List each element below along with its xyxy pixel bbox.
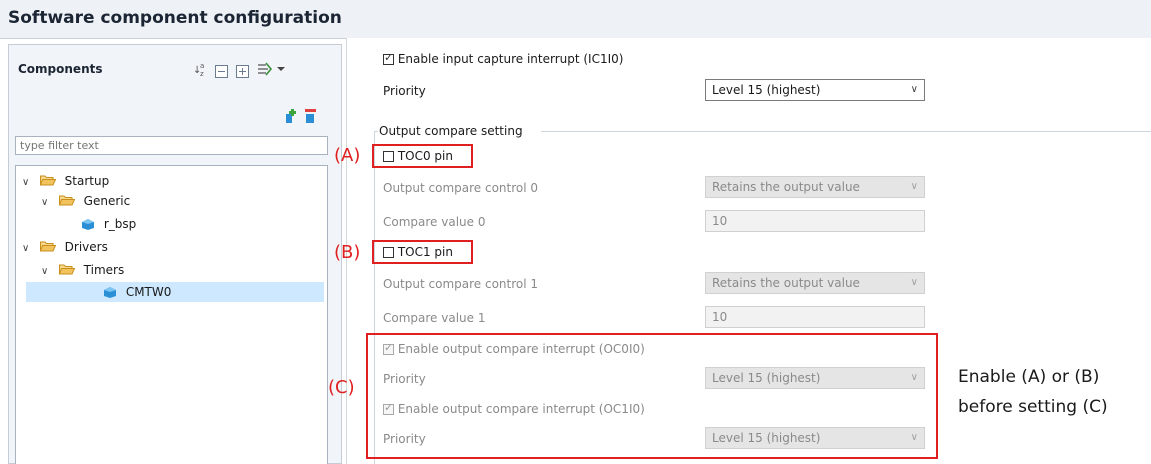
oc1-interrupt-row[interactable]: Enable output compare interrupt (OC1I0) <box>383 401 645 416</box>
add-component-icon[interactable] <box>283 108 297 128</box>
filter-input[interactable] <box>15 136 328 155</box>
occ0-label: Output compare control 0 <box>383 181 539 195</box>
priority-oc1-select[interactable]: Level 15 (highest) ∨ <box>705 427 925 449</box>
input-capture-interrupt-row[interactable]: Enable input capture interrupt (IC1I0) <box>383 51 624 66</box>
component-cube-icon <box>104 287 116 298</box>
folder-open-icon <box>58 264 75 275</box>
occ1-label: Output compare control 1 <box>383 277 539 291</box>
view-menu-icon[interactable] <box>257 62 285 81</box>
component-cube-icon <box>82 219 94 230</box>
occ0-value: Retains the output value <box>712 180 860 194</box>
chevron-down-icon: ∨ <box>910 181 918 192</box>
remove-component-icon[interactable] <box>303 108 317 128</box>
oc0-interrupt-row[interactable]: Enable output compare interrupt (OC0I0) <box>383 341 645 356</box>
expand-all-icon[interactable] <box>236 63 249 82</box>
folder-open-icon <box>58 195 75 206</box>
occ1-select[interactable]: Retains the output value ∨ <box>705 272 925 294</box>
cv1-field[interactable]: 10 <box>705 306 925 328</box>
components-label: Components <box>18 62 103 76</box>
cv0-label: Compare value 0 <box>383 215 486 229</box>
input-capture-interrupt-label: Enable input capture interrupt (IC1I0) <box>397 52 624 66</box>
priority-oc0-value: Level 15 (highest) <box>712 371 821 385</box>
toc1-checkbox[interactable] <box>383 247 394 258</box>
priority-ic-value: Level 15 (highest) <box>712 83 821 97</box>
svg-text:z: z <box>200 70 204 77</box>
chevron-down-icon: ∨ <box>910 277 918 288</box>
chevron-down-icon[interactable]: ∨ <box>22 174 36 192</box>
input-capture-interrupt-checkbox[interactable] <box>383 51 394 65</box>
title-bar: Software component configuration <box>0 0 1151 39</box>
output-compare-group-label: Output compare setting <box>379 124 523 138</box>
annotation-note-line1: Enable (A) or (B) <box>958 367 1100 387</box>
annotation-marker-c: (C) <box>328 377 355 398</box>
group-border <box>541 131 1151 132</box>
annotation-marker-b: (B) <box>334 242 361 263</box>
toc1-label: TOC1 pin <box>397 245 453 259</box>
occ1-value: Retains the output value <box>712 276 860 290</box>
svg-text:a: a <box>200 62 204 70</box>
sort-icon[interactable]: ↓ a z <box>193 61 209 81</box>
cv0-field[interactable]: 10 <box>705 210 925 232</box>
annotation-note-line2: before setting (C) <box>958 397 1108 417</box>
tree-item-timers[interactable]: ∨ Timers <box>41 261 124 279</box>
window-title: Software component configuration <box>8 8 342 28</box>
priority-oc1-value: Level 15 (highest) <box>712 431 821 445</box>
tree-item-r-bsp[interactable]: r_bsp <box>81 215 136 233</box>
chevron-down-icon[interactable]: ∨ <box>22 240 36 258</box>
folder-open-icon <box>39 241 56 252</box>
oc1-interrupt-label: Enable output compare interrupt (OC1I0) <box>397 402 645 416</box>
chevron-down-icon: ∨ <box>910 372 918 383</box>
annotation-marker-a: (A) <box>334 145 361 166</box>
oc1-interrupt-checkbox[interactable] <box>383 401 394 415</box>
tree-item-label: Timers <box>83 263 125 277</box>
group-border <box>375 131 378 132</box>
chevron-down-icon: ∨ <box>910 84 918 95</box>
toc0-checkbox[interactable] <box>383 151 394 162</box>
tree-item-label: Startup <box>64 174 110 188</box>
annotation-note: Enable (A) or (B) before setting (C) <box>958 362 1108 422</box>
priority-oc1-label: Priority <box>383 432 426 446</box>
oc0-interrupt-label: Enable output compare interrupt (OC0I0) <box>397 342 645 356</box>
oc0-interrupt-checkbox[interactable] <box>383 341 394 355</box>
chevron-down-icon[interactable]: ∨ <box>41 194 55 212</box>
tree-item-label: r_bsp <box>103 217 137 231</box>
priority-ic-label: Priority <box>383 84 426 98</box>
tree-item-label: CMTW0 <box>125 285 172 299</box>
tree-item-drivers[interactable]: ∨ Drivers <box>22 238 108 256</box>
tree-item-startup[interactable]: ∨ Startup <box>22 172 109 190</box>
toc0-label: TOC0 pin <box>397 149 453 163</box>
occ0-select[interactable]: Retains the output value ∨ <box>705 176 925 198</box>
collapse-all-icon[interactable] <box>215 63 228 82</box>
toc1-row[interactable]: TOC1 pin <box>383 245 453 259</box>
tree-item-cmtw0[interactable]: CMTW0 <box>103 283 171 301</box>
folder-open-icon <box>39 175 56 186</box>
toc0-row[interactable]: TOC0 pin <box>383 149 453 163</box>
cv1-label: Compare value 1 <box>383 311 486 325</box>
priority-ic-select[interactable]: Level 15 (highest) ∨ <box>705 79 925 101</box>
tree-selection <box>26 282 324 302</box>
priority-oc0-select[interactable]: Level 15 (highest) ∨ <box>705 367 925 389</box>
chevron-down-icon: ∨ <box>910 432 918 443</box>
chevron-down-icon[interactable]: ∨ <box>41 263 55 281</box>
tree-item-generic[interactable]: ∨ Generic <box>41 192 130 210</box>
priority-oc0-label: Priority <box>383 372 426 386</box>
tree-item-label: Drivers <box>64 240 108 254</box>
tree-item-label: Generic <box>83 194 131 208</box>
